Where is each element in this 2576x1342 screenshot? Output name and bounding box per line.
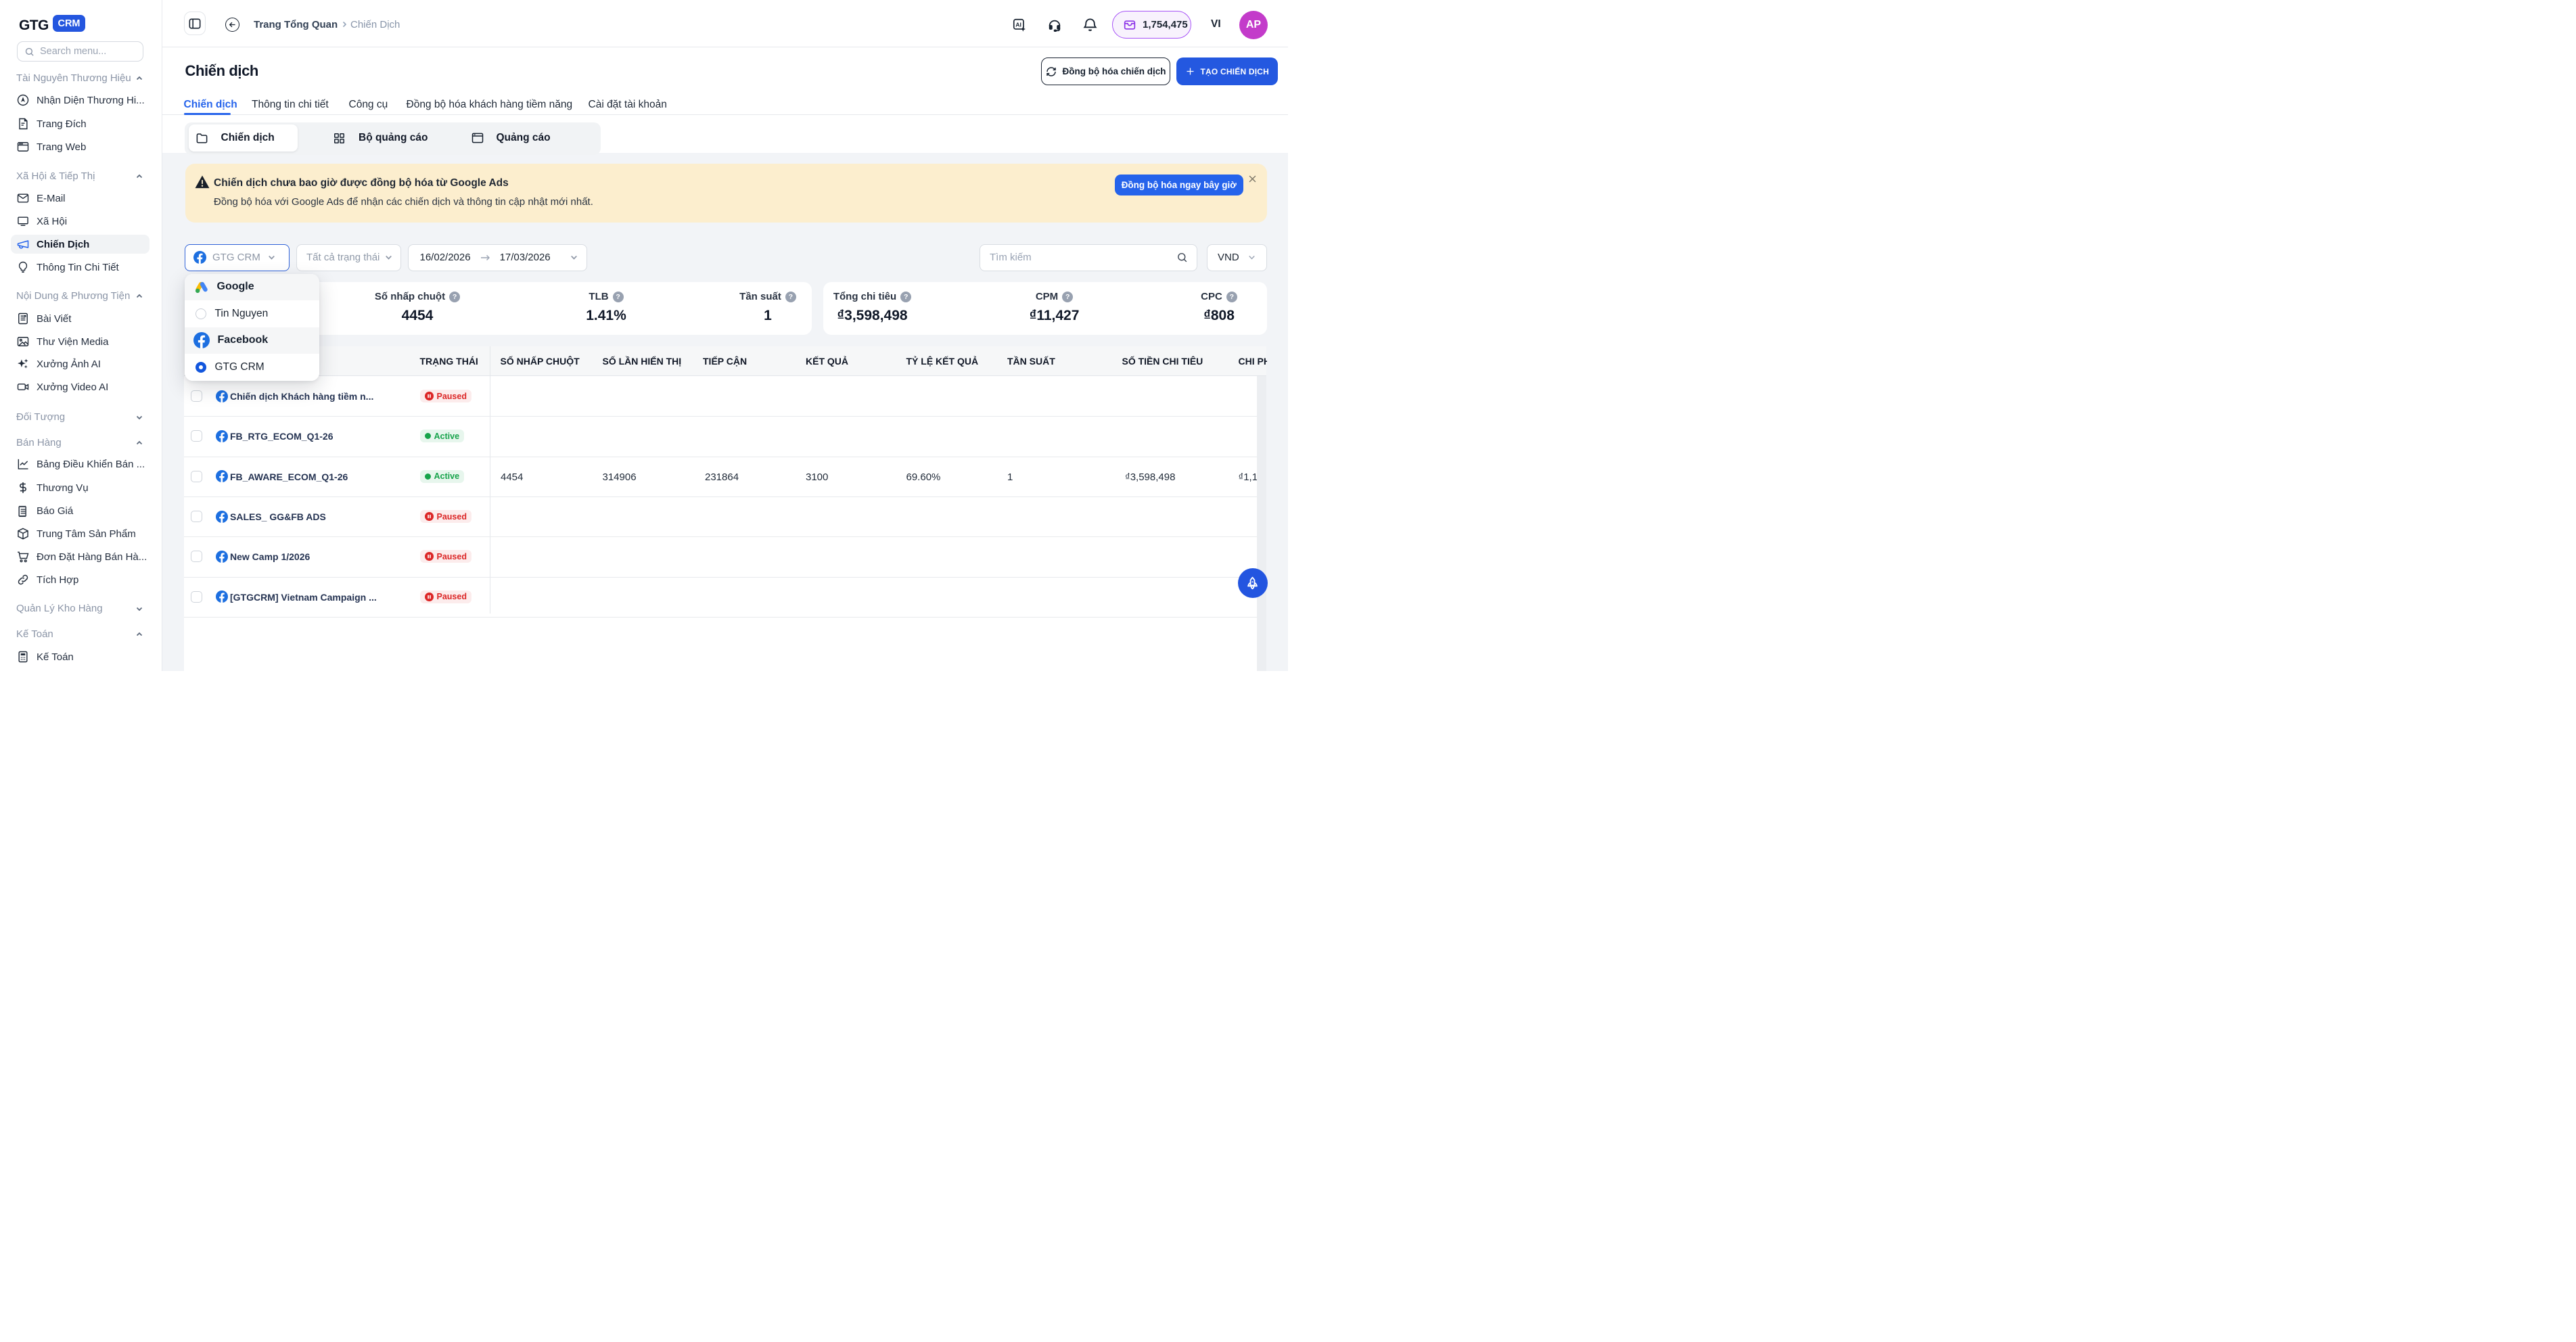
svg-text:AI: AI (1015, 21, 1021, 28)
